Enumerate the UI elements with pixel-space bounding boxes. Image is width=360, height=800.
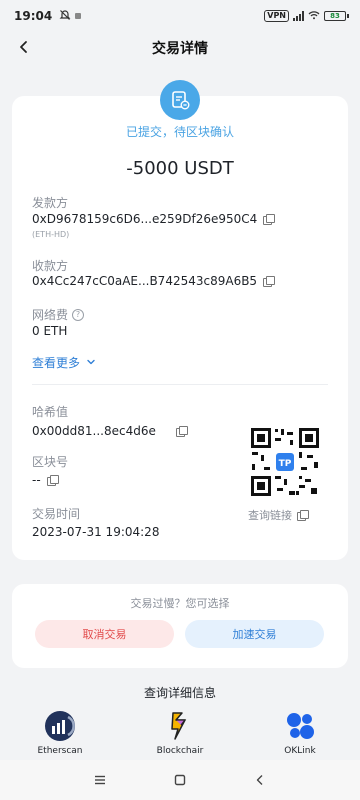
hash-value: 0x00dd81...8ec4d6e — [32, 424, 156, 438]
nav-bar: 交易详情 — [0, 32, 360, 64]
battery-level: 83 — [330, 12, 340, 20]
vpn-badge: VPN — [264, 10, 289, 22]
home-button[interactable] — [168, 768, 192, 792]
explorers-title: 查询详细信息 — [143, 686, 216, 700]
block-label: 区块号 — [32, 455, 69, 469]
back-button[interactable] — [12, 36, 36, 60]
explorer-blockchair[interactable]: Blockchair — [140, 710, 220, 756]
fee-label: 网络费 — [32, 308, 69, 322]
to-address: 0x4Cc247cC0aAE...B742543c89A6B5 — [32, 274, 258, 288]
menu-icon — [95, 775, 105, 785]
from-address: 0xD9678159c6D6...e259Df26e950C4 — [32, 212, 258, 226]
transaction-amount: -5000 USDT — [126, 158, 234, 179]
speed-up-transaction-button[interactable]: 加速交易 — [185, 620, 324, 648]
time-value: 2023-07-31 19:04:28 — [32, 525, 160, 539]
etherscan-logo-icon — [44, 710, 76, 742]
oklink-logo-icon — [284, 710, 316, 742]
block-row: -- — [32, 473, 59, 487]
copy-icon[interactable] — [175, 426, 188, 437]
to-address-row: 0x4Cc247cC0aAE...B742543c89A6B5 — [32, 274, 276, 288]
hash-label: 哈希值 — [32, 405, 69, 419]
time-label: 交易时间 — [32, 507, 81, 521]
show-more-label: 查看更多 — [32, 356, 81, 370]
to-label: 收款方 — [32, 259, 69, 273]
slow-question: 交易过慢？您可选择 — [130, 597, 230, 610]
battery-icon: 83 — [324, 11, 349, 21]
query-link-button[interactable]: 查询链接 — [248, 507, 309, 523]
explorer-name: Blockchair — [156, 746, 204, 756]
from-label: 发款方 — [32, 196, 69, 210]
pending-status-icon — [160, 80, 200, 120]
svg-text:TP: TP — [279, 459, 292, 469]
from-wallet-type: (ETH-HD) — [32, 230, 70, 239]
from-address-row: 0xD9678159c6D6...e259Df26e950C4 — [32, 212, 276, 226]
triangle-back-icon — [256, 775, 263, 785]
mute-bell-icon — [59, 9, 71, 24]
transaction-card: 已提交，待区块确认 -5000 USDT 发款方 0xD9678159c6D6.… — [12, 80, 348, 560]
copy-icon — [297, 510, 309, 521]
copy-icon[interactable] — [46, 475, 59, 486]
explorer-name: OKLink — [284, 746, 316, 756]
copy-icon[interactable] — [263, 276, 276, 287]
menu-button[interactable] — [88, 768, 112, 792]
chevron-down-icon — [86, 356, 96, 370]
back-system-button[interactable] — [248, 768, 272, 792]
notification-icon — [74, 9, 82, 23]
home-square-icon — [174, 774, 186, 786]
status-time: 19:04 — [14, 9, 53, 23]
qr-code-image: TP — [249, 426, 321, 498]
explorer-oklink[interactable]: OKLink — [260, 710, 340, 756]
fee-label-row: 网络费 ? — [32, 306, 85, 323]
show-more-link[interactable]: 查看更多 — [32, 354, 96, 371]
system-nav-bar — [0, 760, 360, 800]
qr-code: TP — [249, 426, 321, 498]
transaction-status: 已提交，待区块确认 — [125, 125, 234, 139]
explorer-name: Etherscan — [37, 746, 83, 756]
wifi-icon — [308, 9, 320, 23]
hash-row: 0x00dd81...8ec4d6e — [32, 424, 188, 438]
blockchair-logo-icon — [164, 710, 196, 742]
status-bar: 19:04 VPN 83 — [0, 0, 360, 32]
divider — [32, 384, 328, 385]
chevron-left-icon — [17, 39, 31, 58]
cancel-transaction-button[interactable]: 取消交易 — [35, 620, 174, 648]
query-link-label: 查询链接 — [248, 509, 292, 522]
signal-icon — [293, 11, 304, 21]
fee-value: 0 ETH — [32, 324, 68, 338]
page-title: 交易详情 — [152, 41, 208, 57]
help-icon[interactable]: ? — [72, 308, 85, 321]
block-value: -- — [32, 473, 41, 487]
explorer-etherscan[interactable]: Etherscan — [20, 710, 100, 756]
copy-icon[interactable] — [263, 214, 276, 225]
slow-transaction-card: 交易过慢？您可选择 取消交易 加速交易 — [12, 584, 348, 668]
